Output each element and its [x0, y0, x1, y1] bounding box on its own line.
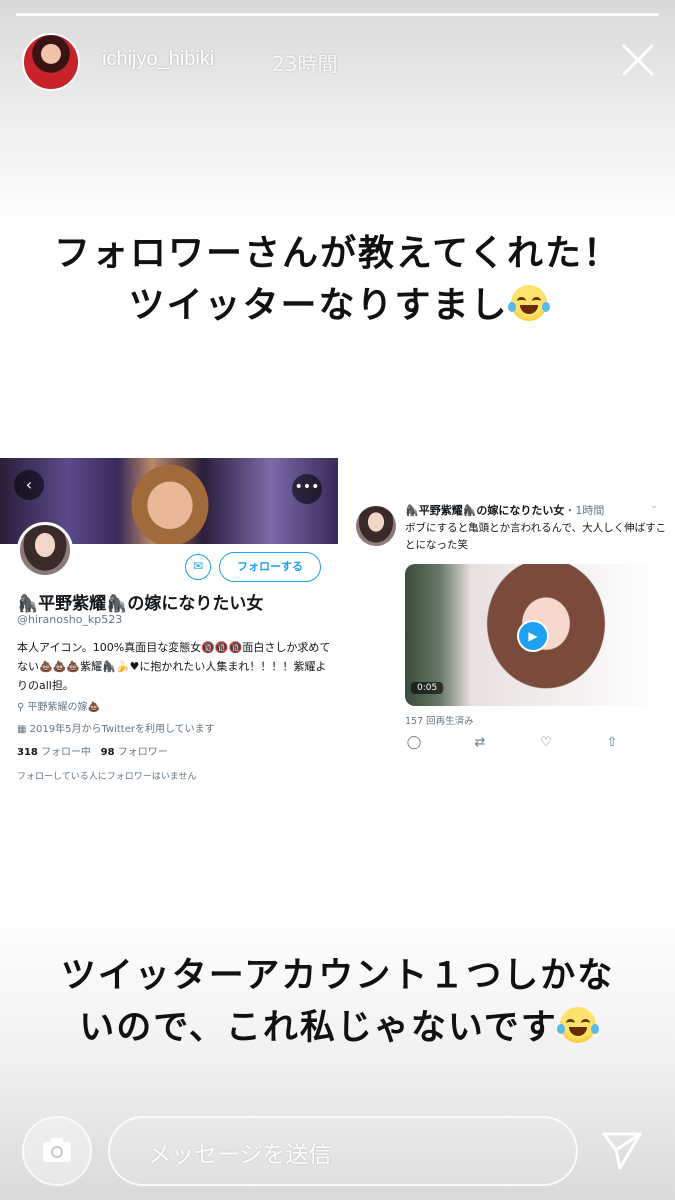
reply-icon: ◯ — [406, 735, 422, 750]
banner-photo — [125, 458, 215, 544]
laughing-emoji — [507, 285, 550, 321]
caption-bottom-line2: いので、これ私じゃないです — [79, 1008, 558, 1048]
username[interactable]: ichijyo_hibiki — [102, 48, 214, 71]
profile-avatar — [17, 522, 73, 578]
profile-handle: @hiranosho_kp523 — [17, 613, 123, 626]
send-icon — [602, 1132, 642, 1170]
camera-icon — [43, 1138, 71, 1162]
profile-location: ⚲ 平野紫耀の嫁💩 — [17, 698, 100, 713]
caption-bottom-line2-wrap: いので、これ私じゃないです — [0, 1002, 675, 1054]
avatar[interactable] — [22, 33, 80, 91]
follow-button: フォローする — [219, 552, 321, 582]
tweet-views: 157 回再生済み — [405, 716, 474, 727]
followers-label: フォロワー — [117, 747, 168, 758]
play-icon: ▶ — [517, 620, 549, 652]
caption-top-line1: フォロワーさんが教えてくれた！ — [53, 233, 622, 274]
share-icon: ⇧ — [606, 735, 618, 750]
tweet-actions: ◯ ⇄ ♡ ⇧ — [405, 735, 665, 753]
joined-text: 2019年5月からTwitterを利用しています — [29, 724, 215, 735]
post-timestamp: 23時間 — [272, 52, 338, 76]
back-icon: ‹ — [14, 470, 44, 500]
profile-stats: 318 フォロー中 98 フォロワー — [17, 743, 168, 758]
location-text: 平野紫耀の嫁💩 — [27, 702, 100, 713]
twitter-profile-screenshot: ‹ ••• ✉ フォローする 🦍平野紫耀🦍の嫁になりたい女 @hiranosho… — [0, 458, 338, 788]
story-progress-fill — [16, 13, 659, 16]
mutual-followers-note: フォローしている人にフォロワーはいません — [17, 772, 197, 782]
tweet-text: ボブにすると亀頭とか言われるんで、大人しく伸ばすことになった笑 — [405, 522, 667, 551]
retweet-icon: ⇄ — [474, 735, 486, 750]
calendar-icon: ▦ — [17, 724, 30, 735]
story-progress-bar — [16, 13, 659, 16]
tweet-author-name: 🦍平野紫耀🦍の嫁になりたい女 — [405, 504, 565, 517]
camera-button[interactable] — [22, 1116, 92, 1186]
tweet-time: ・1時間 — [564, 504, 605, 517]
laughing-emoji — [556, 1007, 599, 1043]
caption-top-line2-wrap: ツイッターなりすまし — [0, 280, 675, 332]
chevron-down-icon: ⌄ — [650, 500, 659, 511]
tweet-author: 🦍平野紫耀🦍の嫁になりたい女・1時間 — [405, 502, 604, 518]
following-count: 318 — [17, 747, 38, 758]
close-icon — [622, 44, 654, 76]
tweet-video: ▶ 0:05 — [405, 564, 659, 706]
followers-count: 98 — [100, 747, 115, 758]
caption-bottom-line1: ツイッターアカウント１つしかな — [60, 956, 615, 996]
close-button[interactable] — [618, 40, 658, 80]
profile-name: 🦍平野紫耀🦍の嫁になりたい女 — [17, 594, 264, 614]
caption-top-line2: ツイッターなりすまし — [128, 285, 509, 326]
video-duration: 0:05 — [411, 682, 444, 694]
location-icon: ⚲ — [17, 702, 28, 713]
tweet-screenshot: 🦍平野紫耀🦍の嫁になりたい女・1時間 ⌄ ボブにすると亀頭とか言われるんで、大人… — [350, 492, 670, 762]
like-icon: ♡ — [540, 735, 552, 750]
story-canvas: ichijyo_hibiki 23時間 フォロワーさんが教えてくれた！ ツイッタ… — [0, 0, 675, 1200]
send-button[interactable] — [598, 1128, 646, 1172]
profile-bio: 本人アイコン。100%真面目な変態女🔞🔞🔞面白さしか求めてない💩💩💩紫耀🦍🍌♥に… — [17, 641, 331, 692]
caption-top: フォロワーさんが教えてくれた！ ツイッターなりすまし — [0, 228, 675, 332]
message-placeholder: メッセージを送信 — [148, 1142, 332, 1168]
profile-joined: ▦ 2019年5月からTwitterを利用しています — [17, 720, 215, 735]
following-label: フォロー中 — [41, 747, 92, 758]
tweet-avatar — [356, 506, 396, 546]
mail-icon: ✉ — [185, 554, 211, 580]
more-icon: ••• — [292, 474, 322, 504]
caption-bottom: ツイッターアカウント１つしかな いので、これ私じゃないです — [0, 950, 675, 1054]
